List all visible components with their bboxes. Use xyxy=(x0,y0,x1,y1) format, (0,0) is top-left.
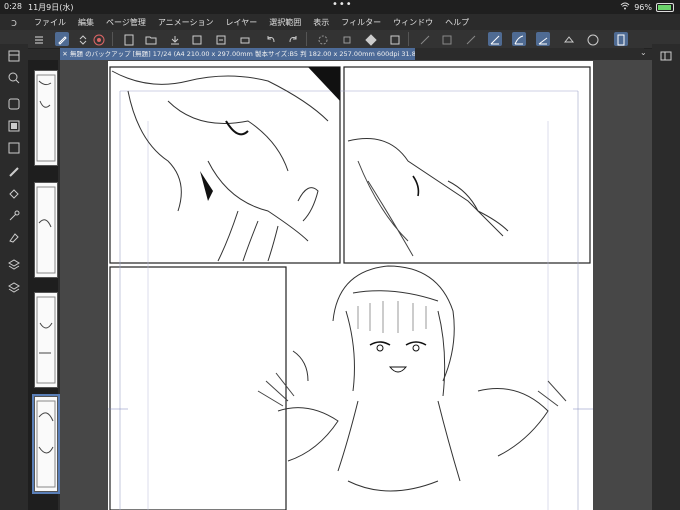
transform-icon[interactable] xyxy=(388,32,402,46)
menu-view[interactable]: 表示 xyxy=(307,17,335,28)
fill-bucket-icon[interactable] xyxy=(7,186,21,200)
snap-ruler-icon[interactable] xyxy=(488,32,502,46)
hamburger-menu-icon[interactable] xyxy=(32,32,46,46)
status-time: 0:28 xyxy=(4,2,22,11)
menu-layer[interactable]: レイヤー xyxy=(220,17,264,28)
line-art-drawing xyxy=(108,66,593,510)
menu-selection[interactable]: 選択範囲 xyxy=(263,17,307,28)
battery-icon xyxy=(656,2,674,12)
chevron-updown-icon[interactable] xyxy=(76,32,90,46)
page-thumbnail[interactable] xyxy=(34,182,58,278)
manga-page[interactable] xyxy=(108,61,593,510)
page-thumbnail-panel xyxy=(28,60,60,510)
wifi-icon xyxy=(620,2,630,12)
menu-filter[interactable]: フィルター xyxy=(335,17,387,28)
loading-icon[interactable] xyxy=(316,32,330,46)
menu-file[interactable]: ファイル xyxy=(28,17,72,28)
new-file-icon[interactable] xyxy=(122,32,136,46)
open-folder-icon[interactable] xyxy=(144,32,158,46)
status-right: 96% xyxy=(620,2,674,12)
fill-icon[interactable] xyxy=(364,32,378,46)
ruler-icon[interactable] xyxy=(418,32,432,46)
save-icon[interactable] xyxy=(168,32,182,46)
clear-icon[interactable] xyxy=(340,32,354,46)
right-side-strip xyxy=(652,44,680,510)
grid-icon[interactable] xyxy=(440,32,454,46)
decoration-icon[interactable] xyxy=(7,208,21,222)
menu-bar: ↄ ファイル 編集 ページ管理 アニメーション レイヤー 選択範囲 表示 フィル… xyxy=(0,14,680,30)
app-logo-icon[interactable]: ↄ xyxy=(0,16,28,29)
close-tab-icon[interactable]: ✕ xyxy=(60,48,70,60)
collapse-panel-icon[interactable] xyxy=(659,48,673,62)
print-icon[interactable] xyxy=(238,32,252,46)
hat-icon[interactable] xyxy=(562,32,576,46)
eraser-icon[interactable] xyxy=(7,230,21,244)
menu-animation[interactable]: アニメーション xyxy=(152,17,220,28)
document-tab[interactable]: ✕ 無題 のバックアップ [無題] 17/24 (A4 210.00 x 297.… xyxy=(60,48,415,60)
menu-edit[interactable]: 編集 xyxy=(72,17,100,28)
layout-icon[interactable] xyxy=(7,48,21,62)
move-layer-icon[interactable] xyxy=(7,118,21,132)
target-icon[interactable] xyxy=(92,32,106,46)
snap-icon[interactable] xyxy=(464,32,478,46)
status-date: 11月9日(水) xyxy=(28,3,74,12)
command-bar xyxy=(0,30,680,49)
smartphone-icon[interactable] xyxy=(614,32,628,46)
layers-icon[interactable] xyxy=(7,256,21,270)
left-tool-column xyxy=(0,44,28,510)
page-thumbnail[interactable] xyxy=(34,292,58,388)
pen-tool-icon[interactable] xyxy=(55,32,69,46)
battery-percent: 96% xyxy=(634,2,652,12)
canvas-area[interactable] xyxy=(60,60,652,510)
chevron-down-icon[interactable]: ⌄ xyxy=(640,48,647,57)
import-icon[interactable] xyxy=(214,32,228,46)
page-thumbnail[interactable] xyxy=(34,70,58,166)
menu-help[interactable]: ヘルプ xyxy=(439,17,475,28)
menu-page[interactable]: ページ管理 xyxy=(100,17,152,28)
zoom-tool-icon[interactable] xyxy=(7,70,21,84)
snap-special-ruler-icon[interactable] xyxy=(512,32,526,46)
selection-icon[interactable] xyxy=(7,140,21,154)
multitasking-dots-icon[interactable]: ••• xyxy=(332,0,353,10)
stack-icon[interactable] xyxy=(7,280,21,294)
operation-tool-icon[interactable] xyxy=(7,96,21,110)
document-tab-bar: ✕ 無題 のバックアップ [無題] 17/24 (A4 210.00 x 297.… xyxy=(60,48,644,60)
pen-icon[interactable] xyxy=(7,164,21,178)
menu-window[interactable]: ウィンドウ xyxy=(387,17,439,28)
snap-grid-icon[interactable] xyxy=(536,32,550,46)
page-thumbnail-selected[interactable] xyxy=(32,394,60,494)
redo-icon[interactable] xyxy=(286,32,300,46)
status-bar: 0:28 11月9日(水) ••• 96% xyxy=(0,0,680,14)
help-icon[interactable] xyxy=(586,32,600,46)
undo-icon[interactable] xyxy=(264,32,278,46)
export-icon[interactable] xyxy=(190,32,204,46)
document-tab-title: 無題 のバックアップ [無題] 17/24 (A4 210.00 x 297.0… xyxy=(70,50,415,58)
